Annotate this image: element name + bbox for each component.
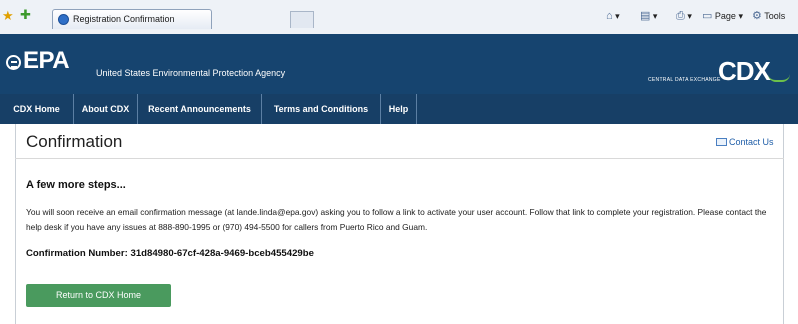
print-icon: ⎙ bbox=[676, 10, 685, 22]
site-header: EPA United States Environmental Protecti… bbox=[0, 34, 798, 94]
nav-help[interactable]: Help bbox=[381, 94, 417, 124]
print-dropdown-icon[interactable]: ▾ bbox=[687, 11, 692, 21]
confirmation-number-line: Confirmation Number: 31d84980-67cf-428a-… bbox=[26, 248, 314, 259]
browser-tab[interactable]: Registration Confirmation bbox=[52, 9, 212, 29]
mail-icon bbox=[716, 138, 727, 146]
cdx-logo: CDX bbox=[718, 56, 771, 86]
home-button[interactable]: ⌂ ▾ bbox=[606, 10, 620, 22]
feeds-button[interactable]: ▤ ▾ bbox=[640, 10, 657, 22]
gear-icon: ⚙ bbox=[752, 10, 762, 22]
steps-heading: A few more steps... bbox=[26, 179, 126, 191]
browser-toolbar: ★ ✚ Registration Confirmation ⌂ ▾ ▤ ▾ ⎙ … bbox=[0, 0, 798, 35]
return-to-cdx-home-button[interactable]: Return to CDX Home bbox=[26, 284, 171, 307]
epa-wordmark: EPA bbox=[23, 47, 70, 74]
epa-seal-icon bbox=[6, 55, 21, 70]
nav-terms-and-conditions[interactable]: Terms and Conditions bbox=[262, 94, 381, 124]
contact-us-link[interactable]: Contact Us bbox=[716, 137, 774, 147]
page-title: Confirmation bbox=[26, 132, 123, 151]
nav-recent-announcements[interactable]: Recent Announcements bbox=[138, 94, 262, 124]
confirmation-number-label: Confirmation Number: bbox=[26, 248, 128, 259]
divider bbox=[15, 158, 784, 159]
new-tab-button[interactable] bbox=[290, 11, 314, 28]
contact-us-label: Contact Us bbox=[729, 137, 774, 147]
print-button[interactable]: ⎙ ▾ bbox=[676, 10, 692, 22]
page-menu[interactable]: ▭ Page ▾ bbox=[702, 10, 743, 22]
favorites-star-icon[interactable]: ★ bbox=[2, 9, 14, 22]
add-favorites-icon[interactable]: ✚ bbox=[20, 8, 31, 21]
page-menu-label: Page bbox=[714, 11, 736, 21]
page-icon bbox=[58, 14, 69, 25]
confirmation-number-value: 31d84980-67cf-428a-9469-bceb455429be bbox=[130, 248, 314, 259]
tab-title: Registration Confirmation bbox=[73, 14, 175, 24]
agency-name: United States Environmental Protection A… bbox=[96, 68, 286, 78]
tools-menu-label: Tools bbox=[764, 11, 786, 21]
home-dropdown-icon[interactable]: ▾ bbox=[615, 11, 620, 21]
feeds-icon: ▤ bbox=[640, 10, 651, 22]
nav-cdx-home[interactable]: CDX Home bbox=[0, 94, 74, 124]
page-icon: ▭ bbox=[702, 10, 713, 22]
cdx-swoosh-icon bbox=[768, 74, 790, 82]
feeds-dropdown-icon[interactable]: ▾ bbox=[653, 11, 658, 21]
confirmation-message: You will soon receive an email confirmat… bbox=[26, 207, 767, 232]
tools-menu[interactable]: ⚙ Tools bbox=[752, 10, 785, 22]
cdx-subtitle: CENTRAL DATA EXCHANGE bbox=[648, 77, 721, 83]
home-icon: ⌂ bbox=[606, 10, 613, 22]
main-nav: CDX Home About CDX Recent Announcements … bbox=[0, 94, 798, 124]
nav-about-cdx[interactable]: About CDX bbox=[74, 94, 138, 124]
page-dropdown-icon: ▾ bbox=[738, 11, 743, 21]
